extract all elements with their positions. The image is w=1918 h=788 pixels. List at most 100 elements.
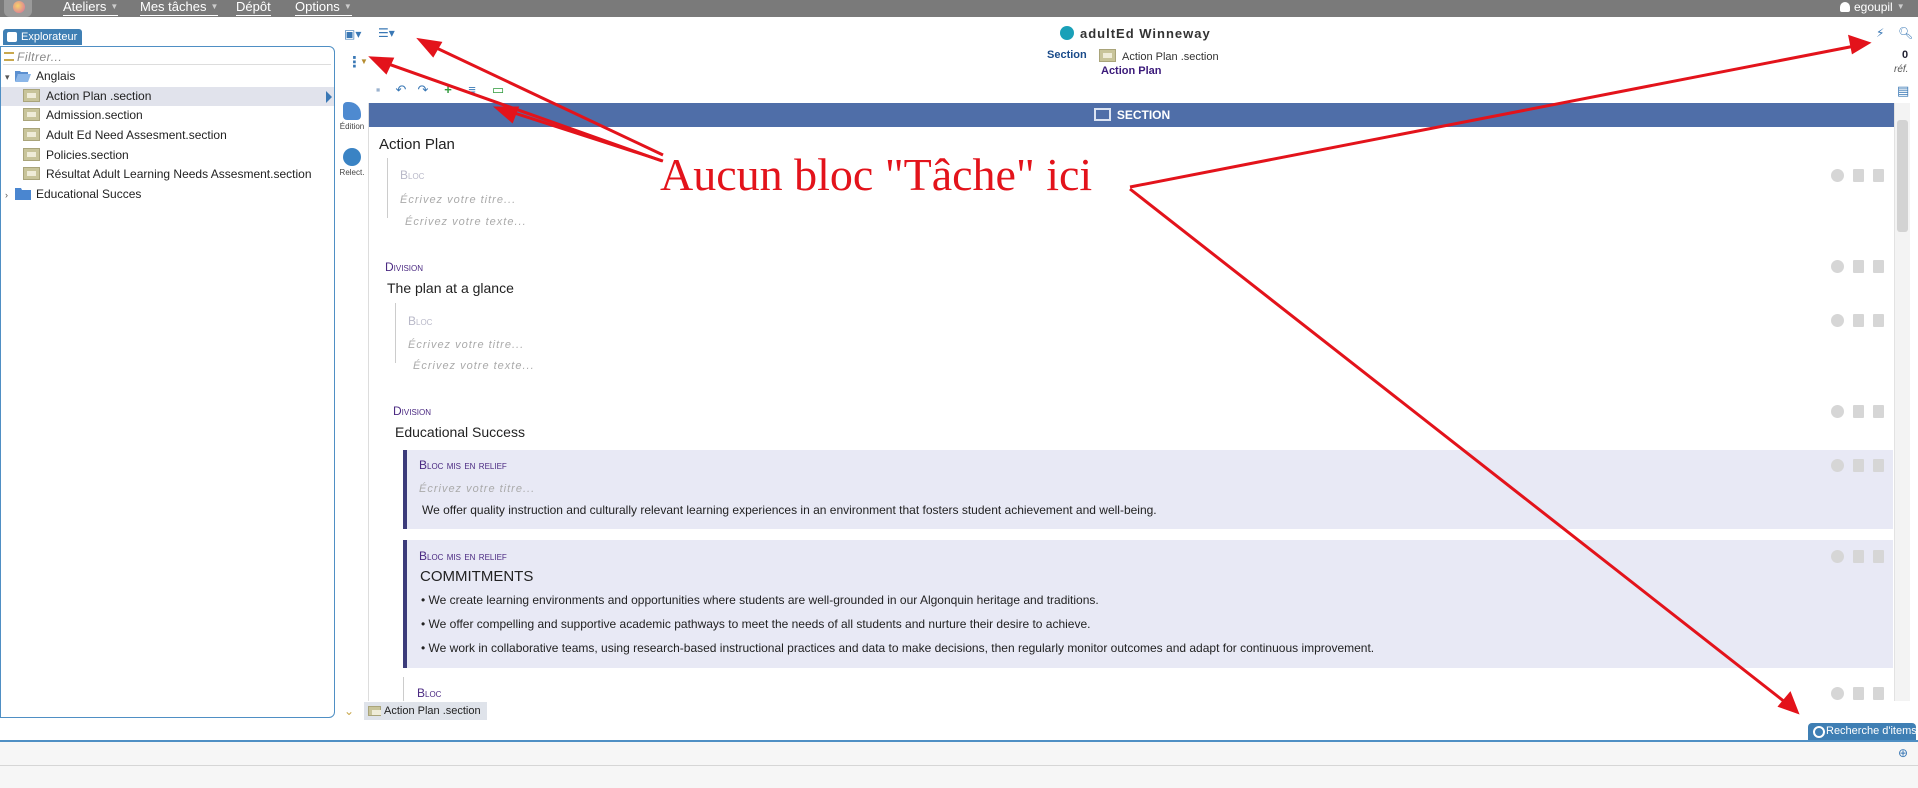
search-icon[interactable]: 🔍︎	[1898, 26, 1913, 40]
open-doc-tab-label: Action Plan .section	[384, 705, 481, 717]
section-doc-icon	[23, 108, 40, 121]
filter-input[interactable]: Filtrer...	[3, 49, 331, 65]
display-icon[interactable]	[1853, 459, 1864, 472]
globe-icon[interactable]	[1831, 314, 1844, 327]
tree-item-policies[interactable]: Policies.section	[23, 146, 129, 165]
section-banner: SECTION	[369, 103, 1894, 127]
bullet-item[interactable]: • We create learning environments and op…	[421, 593, 1099, 607]
explorer-tab[interactable]: Explorateur	[3, 29, 83, 45]
globe-icon[interactable]	[1831, 169, 1844, 182]
division-title-field[interactable]: The plan at a glance	[387, 280, 514, 296]
review-mode-label: Relect.	[339, 168, 365, 177]
division-label: Division	[385, 260, 424, 274]
editor-scrollbar[interactable]	[1894, 103, 1910, 701]
display-icon[interactable]	[1853, 687, 1864, 700]
zoom-icon[interactable]: ⊕	[1898, 746, 1908, 760]
section-title-field[interactable]: Action Plan	[379, 136, 455, 153]
section-editor: SECTION Action Plan Bloc Écrivez votre t…	[368, 103, 1894, 701]
tree-folder-anglais[interactable]: ▾ Anglais	[5, 67, 333, 86]
chevron-down-icon[interactable]: ▾	[5, 68, 15, 87]
block-actions	[1831, 687, 1887, 701]
menu-ateliers[interactable]: Ateliers ▼	[63, 0, 119, 16]
open-doc-tab[interactable]: Action Plan .section	[364, 702, 487, 720]
chevron-right-icon[interactable]: ›	[5, 186, 15, 205]
display-icon[interactable]	[1853, 314, 1864, 327]
tree-folder-educational[interactable]: › Educational Succes	[5, 185, 141, 204]
user-menu[interactable]: egoupil ▼	[1840, 0, 1905, 16]
side-tools: Édition Relect.	[338, 96, 366, 696]
collapse-chevron-icon[interactable]: ⌄	[344, 704, 354, 718]
highlight-block-title-field[interactable]: Écrivez votre titre...	[419, 483, 535, 495]
user-name: egoupil	[1854, 0, 1893, 14]
edit-mode-button[interactable]: Édition	[338, 102, 366, 131]
tree-item-action-plan[interactable]: Action Plan .section	[1, 87, 334, 106]
breadcrumb-title: Action Plan	[1101, 65, 1162, 77]
display-icon[interactable]	[1853, 260, 1864, 273]
block-indent-line	[387, 158, 388, 218]
globe-icon[interactable]	[1831, 405, 1844, 418]
highlight-block-text[interactable]: We offer quality instruction and cultura…	[422, 503, 1157, 517]
display-icon[interactable]	[1853, 169, 1864, 182]
trash-icon[interactable]	[1873, 169, 1884, 182]
trash-icon[interactable]	[1873, 314, 1884, 327]
bullet-item[interactable]: • We work in collaborative teams, using …	[421, 641, 1374, 655]
outline-panel-icon[interactable]: ▤	[1897, 83, 1909, 99]
list-menu-icon[interactable]: ☰▾	[378, 26, 395, 40]
trash-icon[interactable]	[1873, 550, 1884, 563]
settings-sliders-icon[interactable]: ≡	[465, 83, 479, 97]
globe-icon[interactable]	[1831, 260, 1844, 273]
caret-down-icon: ▼	[110, 2, 119, 11]
highlight-block[interactable]	[403, 450, 1893, 529]
save-icon[interactable]: ▪	[371, 83, 385, 97]
bullet-item[interactable]: • We offer compelling and supportive aca…	[421, 617, 1091, 631]
comment-icon[interactable]: ▭	[491, 83, 505, 97]
trash-icon[interactable]	[1873, 687, 1884, 700]
globe-icon[interactable]	[1831, 550, 1844, 563]
tree-item-resultat[interactable]: Résultat Adult Learning Needs Assesment.…	[23, 165, 312, 184]
scrollbar-thumb[interactable]	[1897, 120, 1908, 232]
breadcrumb-type: Section	[1047, 49, 1087, 61]
block-text-field[interactable]: Écrivez votre texte...	[405, 216, 527, 228]
menu-depot[interactable]: Dépôt	[236, 0, 271, 16]
lightning-icon[interactable]: ⚡	[1876, 26, 1884, 40]
reference-count[interactable]: 0	[1898, 49, 1912, 61]
view-mode-icon[interactable]: ▣▾	[344, 27, 361, 41]
undo-icon[interactable]: ↶	[394, 83, 408, 97]
bullet-text: We offer compelling and supportive acade…	[428, 617, 1091, 631]
globe-icon[interactable]	[1831, 687, 1844, 700]
app-logo-icon[interactable]	[4, 0, 32, 17]
block-title-field[interactable]: Écrivez votre titre...	[408, 339, 524, 351]
block-label: Bloc	[408, 314, 433, 328]
tree-label: Educational Succes	[36, 187, 142, 201]
bottom-panel: ⊕	[0, 740, 1918, 788]
filter-icon	[4, 52, 14, 61]
redo-icon[interactable]: ↷	[416, 83, 430, 97]
arrowhead	[416, 37, 443, 58]
arrowhead	[368, 56, 395, 75]
tree-item-adult-ed-need[interactable]: Adult Ed Need Assesment.section	[23, 126, 227, 145]
add-icon[interactable]: +	[441, 83, 455, 97]
block-title-field[interactable]: Écrivez votre titre...	[400, 194, 516, 206]
tree-label: Admission.section	[46, 108, 143, 122]
highlight-block-title[interactable]: COMMITMENTS	[420, 568, 533, 585]
tree-item-admission[interactable]: Admission.section	[23, 106, 143, 125]
breadcrumb-file[interactable]: Action Plan .section	[1099, 49, 1219, 63]
display-icon[interactable]	[1853, 550, 1864, 563]
review-mode-button[interactable]: Relect.	[338, 148, 366, 177]
caret-down-icon[interactable]: ▼	[360, 57, 368, 66]
menu-options[interactable]: Options ▼	[295, 0, 352, 16]
menu-depot-label: Dépôt	[236, 0, 271, 14]
item-search-tab[interactable]: Recherche d'items	[1808, 723, 1917, 740]
trash-icon[interactable]	[1873, 459, 1884, 472]
menu-mes-taches[interactable]: Mes tâches ▼	[140, 0, 219, 16]
tree-label: Adult Ed Need Assesment.section	[46, 128, 227, 142]
section-doc-icon	[1099, 49, 1116, 62]
folder-icon	[15, 188, 31, 200]
globe-icon[interactable]	[1831, 459, 1844, 472]
block-text-field[interactable]: Écrivez votre texte...	[413, 360, 535, 372]
trash-icon[interactable]	[1873, 260, 1884, 273]
display-icon[interactable]	[1853, 405, 1864, 418]
section-doc-icon	[23, 89, 40, 102]
division-title-field[interactable]: Educational Success	[395, 424, 525, 440]
trash-icon[interactable]	[1873, 405, 1884, 418]
